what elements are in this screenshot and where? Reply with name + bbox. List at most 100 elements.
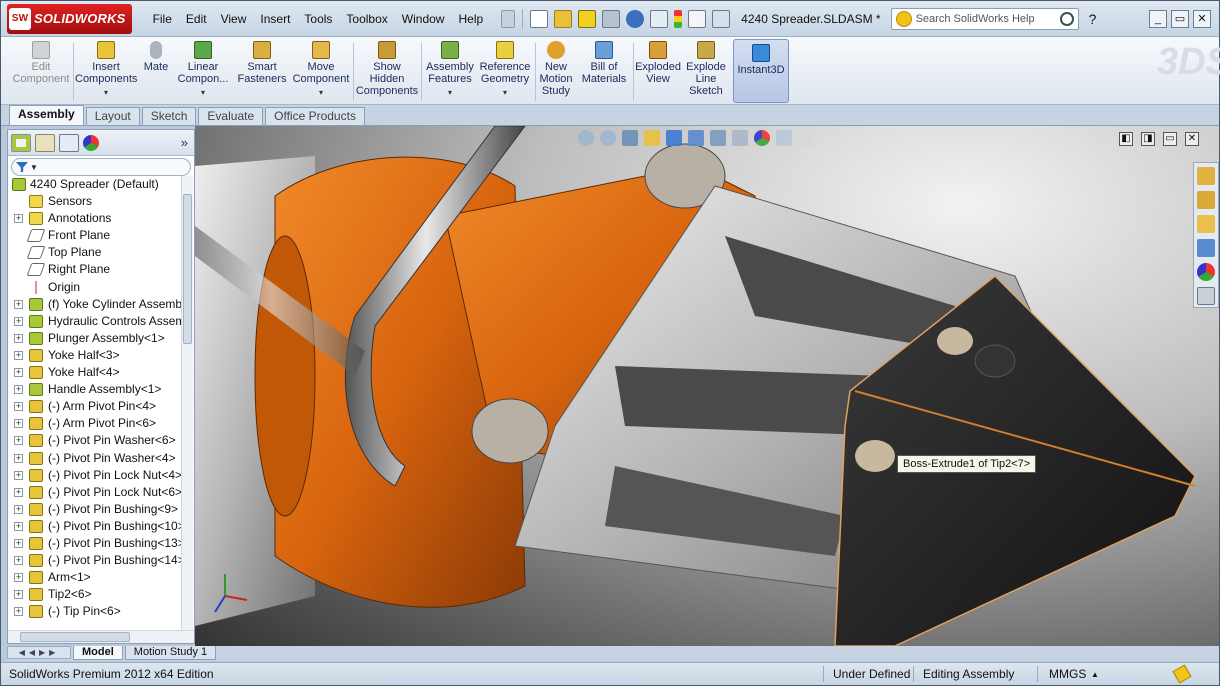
previous-view-icon[interactable] xyxy=(622,130,638,146)
tab-model[interactable]: Model xyxy=(73,646,123,660)
expand-icon[interactable]: + xyxy=(14,436,23,446)
menu-toolbox[interactable]: Toolbox xyxy=(339,12,394,26)
tab-navigation-arrows[interactable]: ◀◀▶▶ xyxy=(7,646,71,659)
tree-item[interactable]: + (f) Yoke Cylinder Assembl xyxy=(8,296,183,313)
scroll-thumb[interactable] xyxy=(183,194,192,344)
tree-item[interactable]: + (-) Tip Pin<6> xyxy=(8,603,183,620)
assembly-features-button[interactable]: Assembly Features ▾ xyxy=(423,41,477,99)
move-component-button[interactable]: Move Component ▾ xyxy=(291,41,351,99)
maximize-button[interactable]: ▭ xyxy=(1171,10,1189,28)
tree-item[interactable]: + (-) Pivot Pin Lock Nut<4> xyxy=(8,467,183,484)
menu-help[interactable]: Help xyxy=(451,12,490,26)
property-manager-tab-icon[interactable] xyxy=(35,133,55,152)
tree-item[interactable]: + (-) Pivot Pin Bushing<14> xyxy=(8,552,183,569)
units-selector[interactable]: MMGS xyxy=(1049,667,1086,681)
rebuild-icon[interactable] xyxy=(578,9,597,28)
zoom-to-fit-icon[interactable] xyxy=(578,130,594,146)
help-search-box[interactable]: Search SolidWorks Help xyxy=(890,7,1079,30)
tab-motion-study-1[interactable]: Motion Study 1 xyxy=(124,646,217,660)
viewport-close-button[interactable]: ✕ xyxy=(1185,132,1199,146)
chevron-down-icon[interactable]: ▾ xyxy=(291,87,351,99)
expand-icon[interactable]: + xyxy=(14,453,23,463)
instant3d-button[interactable]: Instant3D xyxy=(733,39,789,103)
tab-office-products[interactable]: Office Products xyxy=(265,107,365,125)
show-hidden-components-button[interactable]: Show Hidden Components xyxy=(355,41,419,97)
exploded-view-button[interactable]: Exploded View xyxy=(635,41,681,85)
view-settings-icon[interactable] xyxy=(798,130,814,146)
expand-icon[interactable]: + xyxy=(14,316,23,326)
home-icon[interactable] xyxy=(1197,167,1215,185)
expand-icon[interactable]: + xyxy=(14,333,23,343)
design-library-icon[interactable] xyxy=(1197,191,1215,209)
tree-item[interactable]: + Handle Assembly<1> xyxy=(8,381,183,398)
tree-item[interactable]: + Annotations xyxy=(8,210,183,227)
viewport-maximize-button[interactable]: ▭ xyxy=(1163,132,1177,146)
expand-icon[interactable]: + xyxy=(14,419,23,429)
expand-icon[interactable]: + xyxy=(14,538,23,548)
menu-view[interactable]: View xyxy=(214,12,254,26)
display-style-icon[interactable] xyxy=(710,130,726,146)
configuration-manager-tab-icon[interactable] xyxy=(59,133,79,152)
menu-edit[interactable]: Edit xyxy=(179,12,214,26)
tree-item[interactable]: Right Plane xyxy=(8,261,183,278)
new-motion-study-button[interactable]: New Motion Study xyxy=(537,41,575,97)
undo-icon[interactable] xyxy=(626,9,645,28)
minimize-button[interactable]: _ xyxy=(1149,10,1167,28)
view-orientation-icon[interactable] xyxy=(688,130,704,146)
tree-item[interactable]: + Yoke Half<3> xyxy=(8,347,183,364)
traffic-light-icon[interactable] xyxy=(674,9,683,28)
reference-geometry-button[interactable]: Reference Geometry ▾ xyxy=(477,41,533,99)
bill-of-materials-button[interactable]: Bill of Materials xyxy=(579,41,629,85)
menu-window[interactable]: Window xyxy=(395,12,452,26)
tree-item[interactable]: Front Plane xyxy=(8,227,183,244)
dynamic-annotation-icon[interactable] xyxy=(666,130,682,146)
expand-icon[interactable]: + xyxy=(14,521,23,531)
tab-evaluate[interactable]: Evaluate xyxy=(198,107,264,125)
appearances-icon[interactable] xyxy=(1197,263,1215,281)
edit-component-button[interactable]: Edit Component xyxy=(9,41,73,85)
chevron-down-icon[interactable]: ▾ xyxy=(75,87,137,99)
expand-icon[interactable]: + xyxy=(14,590,23,600)
tree-item[interactable]: + (-) Pivot Pin Bushing<13> xyxy=(8,535,183,552)
tree-vertical-scrollbar[interactable] xyxy=(181,176,193,631)
expand-icon[interactable]: + xyxy=(14,350,23,360)
tree-item[interactable]: + (-) Pivot Pin Washer<6> xyxy=(8,432,183,449)
chevron-down-icon[interactable]: ▾ xyxy=(477,87,533,99)
expand-icon[interactable]: + xyxy=(14,573,23,583)
expand-icon[interactable]: + xyxy=(14,607,23,617)
tab-assembly[interactable]: Assembly xyxy=(9,105,84,125)
hide-show-items-icon[interactable] xyxy=(732,130,748,146)
open-folder-icon[interactable] xyxy=(554,9,573,28)
select-arrow-icon[interactable] xyxy=(650,9,669,28)
scroll-thumb[interactable] xyxy=(20,632,130,642)
chevron-down-icon[interactable]: ▾ xyxy=(173,87,233,99)
feature-manager-tab-icon[interactable] xyxy=(11,133,31,152)
smart-fasteners-button[interactable]: Smart Fasteners xyxy=(235,41,289,85)
new-document-icon[interactable] xyxy=(530,9,549,28)
tree-item[interactable]: Sensors xyxy=(8,193,183,210)
explode-line-sketch-button[interactable]: Explode Line Sketch xyxy=(683,41,729,97)
tree-horizontal-scrollbar[interactable] xyxy=(8,630,194,643)
insert-components-button[interactable]: Insert Components ▾ xyxy=(75,41,137,99)
print-icon[interactable] xyxy=(602,9,621,28)
file-explorer-icon[interactable] xyxy=(1197,215,1215,233)
menu-tools[interactable]: Tools xyxy=(297,12,339,26)
view-palette-icon[interactable] xyxy=(1197,239,1215,257)
menu-file[interactable]: File xyxy=(146,12,179,26)
tree-item[interactable]: + (-) Pivot Pin Lock Nut<6> xyxy=(8,484,183,501)
tree-filter[interactable]: ▼ xyxy=(11,158,191,176)
tree-item[interactable]: + (-) Arm Pivot Pin<4> xyxy=(8,398,183,415)
expand-icon[interactable]: + xyxy=(14,402,23,412)
search-icon[interactable] xyxy=(1059,11,1074,26)
units-arrow-icon[interactable]: ▲ xyxy=(1091,670,1099,679)
expand-icon[interactable]: + xyxy=(14,385,23,395)
tree-item[interactable]: + Tip2<6> xyxy=(8,586,183,603)
quick-tips-pencil-icon[interactable] xyxy=(1172,664,1192,684)
tree-item[interactable]: Top Plane xyxy=(8,244,183,261)
tree-item[interactable]: + Arm<1> xyxy=(8,569,183,586)
tab-sketch[interactable]: Sketch xyxy=(141,107,197,125)
expand-icon[interactable]: + xyxy=(14,487,23,497)
chevron-down-icon[interactable]: ▾ xyxy=(423,87,477,99)
tree-item[interactable]: + (-) Pivot Pin Washer<4> xyxy=(8,450,183,467)
close-button[interactable]: ✕ xyxy=(1193,10,1211,28)
